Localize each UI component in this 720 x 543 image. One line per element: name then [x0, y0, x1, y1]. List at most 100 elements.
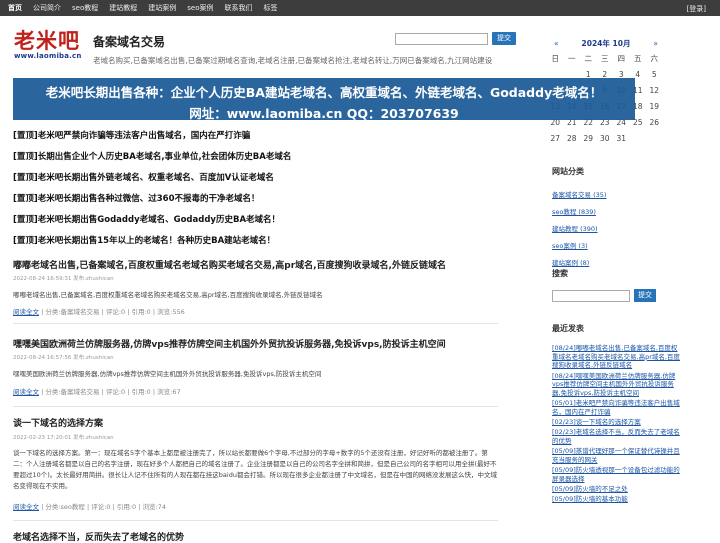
- recent-post-link[interactable]: [05/09]蒸谱代理好那一个保证替代诗操并且充当服务的网关: [552, 447, 680, 464]
- nav-item[interactable]: 建站教程: [109, 3, 137, 13]
- calendar-day[interactable]: 26: [646, 118, 663, 127]
- recent-post-item: [05/01]老米吧严禁向诈骗等违法客户出售域名，国内在严打诈骗: [552, 399, 682, 416]
- top-nav-list: 首页 公司简介 seo教程 建站教程 建站案例 seo案例 联系我们 标签: [0, 0, 720, 16]
- nav-item[interactable]: seo案例: [187, 3, 213, 13]
- nav-item[interactable]: 公司简介: [33, 3, 61, 13]
- recent-post-item: [05/09]防火墙的不足之处: [552, 485, 682, 494]
- nav-item[interactable]: 联系我们: [225, 3, 253, 13]
- recent-post-item: [05/09]防火墙的基本功能: [552, 495, 682, 504]
- login-link[interactable]: [登录]: [687, 4, 706, 14]
- nav-item[interactable]: 首页: [8, 3, 22, 13]
- post-title[interactable]: 谈一下域名的选择方案: [13, 416, 103, 429]
- calendar-next-link[interactable]: »: [653, 39, 658, 48]
- read-more-link[interactable]: 阅读全文: [13, 503, 39, 511]
- search-heading: 搜索: [552, 269, 568, 278]
- recent-post-link[interactable]: [02/23]谈一下域名的选择方案: [552, 418, 641, 426]
- post-title[interactable]: 老域名选择不当，反而失去了老域名的优势: [13, 530, 184, 543]
- logo-url: www.laomiba.cn: [14, 52, 82, 60]
- post-title[interactable]: 嘿嘿美国欧洲荷兰仿牌服务器,仿牌vps推荐仿牌空间主机国外外贸抗投诉服务器,免投…: [13, 337, 446, 350]
- calendar-day[interactable]: 19: [646, 102, 663, 111]
- calendar-day[interactable]: 5: [646, 70, 663, 79]
- category-link[interactable]: seo教程 (839): [552, 208, 596, 216]
- calendar-weekday: 四: [617, 53, 626, 63]
- recent-post-item: [02/23]老域名选择不当，反而失去了老域名的优势: [552, 428, 682, 445]
- calendar-month-title[interactable]: 2024年 10月: [582, 38, 631, 49]
- calendar-weekday: 六: [650, 53, 659, 63]
- calendar-header: « 2024年 10月 »: [547, 36, 665, 50]
- post-title[interactable]: 嘟嘟老域名出售,已备案域名,百度权重域名老域名购买老域名交易,高pr域名,百度搜…: [13, 258, 446, 271]
- category-link[interactable]: 建站教程 (390): [552, 225, 598, 233]
- nav-item[interactable]: 建站案例: [148, 3, 176, 13]
- recent-posts-list: [08/24]嘟嘟老域名出售,已备案域名,百度权重域名老域名购买老域名交易,高p…: [552, 344, 682, 505]
- header-search-button[interactable]: 提交: [492, 32, 516, 45]
- category-item: 备案域名交易 (35): [552, 185, 606, 202]
- calendar-weekday: 日: [551, 53, 560, 63]
- site-description: 老域名购买,已备案域名出售,已备案过期域名查询,老域名注册,已备案域名抢注,老域…: [93, 56, 493, 65]
- calendar-day[interactable]: 31: [613, 134, 630, 143]
- calendar-day[interactable]: 12: [646, 86, 663, 95]
- post-footer: 阅读全文 | 分类:备案域名交易 | 评论:0 | 引用:0 | 浏览:556: [13, 306, 185, 316]
- read-more-link[interactable]: 阅读全文: [13, 388, 39, 396]
- post-meta: 2022-08-24 16:57:56 发布:zhushican: [13, 355, 114, 361]
- post-footer: 阅读全文 | 分类:备案域名交易 | 评论:0 | 引用:0 | 浏览:67: [13, 386, 181, 396]
- calendar-weekday: 五: [634, 53, 642, 63]
- post-stats: | 分类:seo教程 | 评论:0 | 引用:0 | 浏览:74: [39, 503, 166, 511]
- sticky-post-link[interactable]: [置顶]老米吧长期出售各种过微信、过360不报毒的干净老域名！: [13, 192, 260, 204]
- recent-post-link[interactable]: [02/23]老域名选择不当，反而失去了老域名的优势: [552, 428, 680, 445]
- calendar-prev-link[interactable]: «: [554, 39, 559, 48]
- calendar-weekday: 三: [601, 53, 609, 63]
- sidebar-search-button[interactable]: 提交: [634, 289, 656, 302]
- recent-post-item: [08/24]嘿嘿美国欧洲荷兰仿牌服务器,仿牌vps推荐仿牌空间主机国外外贸抗投…: [552, 372, 682, 398]
- nav-item[interactable]: seo教程: [72, 3, 98, 13]
- sticky-post-link[interactable]: [置顶]老米吧长期出售外链老域名、权重老域名、百度加V认证老域名: [13, 171, 274, 183]
- calendar-day[interactable]: 28: [564, 134, 581, 143]
- post-divider: [13, 520, 498, 521]
- recent-post-link[interactable]: [05/09]防火墙的不足之处: [552, 485, 628, 493]
- recent-post-link[interactable]: [05/01]老米吧严禁向诈骗等违法客户出售域名，国内在严打诈骗: [552, 399, 680, 416]
- calendar-day[interactable]: 30: [597, 134, 614, 143]
- promo-banner[interactable]: 老米吧长期出售各种：企业个人历史BA建站老域名、高权重域名、外链老域名、Goda…: [13, 78, 635, 121]
- post-divider: [13, 406, 498, 407]
- sticky-post-link[interactable]: [置顶]长期出售企业个人历史BA老域名,事业单位,社会团体历史BA老域名: [13, 150, 291, 162]
- recent-post-link[interactable]: [05/09]防火墙透视那一个设备包过滤功能的屏录器选择: [552, 466, 680, 483]
- site-title[interactable]: 备案域名交易: [93, 33, 165, 50]
- post-meta: 2022-02-23 17:20:01 发布:zhushican: [13, 435, 114, 441]
- category-item: seo案例 (3): [552, 236, 606, 253]
- calendar-weekday-row: 日一二三四五六: [547, 50, 665, 66]
- category-list: 备案域名交易 (35) seo教程 (839) 建站教程 (390) seo案例 (3…: [552, 185, 606, 270]
- post-excerpt: 谈一下域名的选择方案。第一：现在域名5字个基本上都是被注册完了，所以站长都要做6…: [13, 449, 497, 490]
- banner-line-2: 网址：www.laomiba.cn QQ：203707639: [189, 106, 459, 121]
- sidebar-search-input[interactable]: [552, 290, 630, 302]
- calendar-week-row: 27 28 29 30 31: [547, 130, 665, 146]
- sticky-post-link[interactable]: [置顶]老米吧长期出售Godaddy老域名、Godaddy历史BA老域名！: [13, 213, 280, 225]
- recent-post-link[interactable]: [08/24]嘿嘿美国欧洲荷兰仿牌服务器,仿牌vps推荐仿牌空间主机国外外贸抗投…: [552, 372, 675, 397]
- banner-line-1: 老米吧长期出售各种：企业个人历史BA建站老域名、高权重域名、外链老域名、Goda…: [45, 85, 603, 100]
- recent-post-item: [05/09]蒸谱代理好那一个保证替代诗操并且充当服务的网关: [552, 447, 682, 464]
- calendar-day[interactable]: 27: [547, 134, 564, 143]
- logo-text: 老米吧: [14, 28, 80, 53]
- category-link[interactable]: 建站案例 (8): [552, 259, 589, 267]
- read-more-link[interactable]: 阅读全文: [13, 308, 39, 316]
- categories-heading: 网站分类: [552, 167, 584, 176]
- post-stats: | 分类:备案域名交易 | 评论:0 | 引用:0 | 浏览:67: [39, 388, 181, 396]
- post-footer: 阅读全文 | 分类:seo教程 | 评论:0 | 引用:0 | 浏览:74: [13, 501, 166, 511]
- post-divider: [13, 323, 498, 324]
- category-item: seo教程 (839): [552, 202, 606, 219]
- calendar-day[interactable]: 29: [580, 134, 597, 143]
- site-logo[interactable]: 老米吧 www.laomiba.cn: [14, 30, 84, 66]
- recent-posts-heading: 最近发表: [552, 324, 584, 333]
- category-item: 建站教程 (390): [552, 219, 606, 236]
- sticky-post-link[interactable]: [置顶]老米吧长期出售15年以上的老域名！各种历史BA建站老域名！: [13, 234, 275, 246]
- post-excerpt: 嘿嘿美国欧洲荷兰仿牌服务器,仿牌vps推荐仿牌空间主机国外外贸抗投诉服务器,免投…: [13, 370, 322, 378]
- recent-post-item: [05/09]防火墙透视那一个设备包过滤功能的屏录器选择: [552, 466, 682, 483]
- post-stats: | 分类:备案域名交易 | 评论:0 | 引用:0 | 浏览:556: [39, 308, 185, 316]
- recent-post-link[interactable]: [05/09]防火墙的基本功能: [552, 495, 628, 503]
- header-search-input[interactable]: [395, 33, 488, 45]
- category-link[interactable]: seo案例 (3): [552, 242, 588, 250]
- post-excerpt: 嘟嘟老域名出售,已备案域名,百度权重域名老域名购买老域名交易,高pr域名,百度搜…: [13, 291, 323, 299]
- recent-post-item: [08/24]嘟嘟老域名出售,已备案域名,百度权重域名老域名购买老域名交易,高p…: [552, 344, 682, 370]
- nav-item[interactable]: 标签: [264, 3, 278, 13]
- category-link[interactable]: 备案域名交易 (35): [552, 191, 606, 199]
- sticky-post-link[interactable]: [置顶]老米吧严禁向诈骗等违法客户出售域名，国内在严打诈骗: [13, 129, 250, 141]
- recent-post-link[interactable]: [08/24]嘟嘟老域名出售,已备案域名,百度权重域名老域名购买老域名交易,高p…: [552, 344, 680, 369]
